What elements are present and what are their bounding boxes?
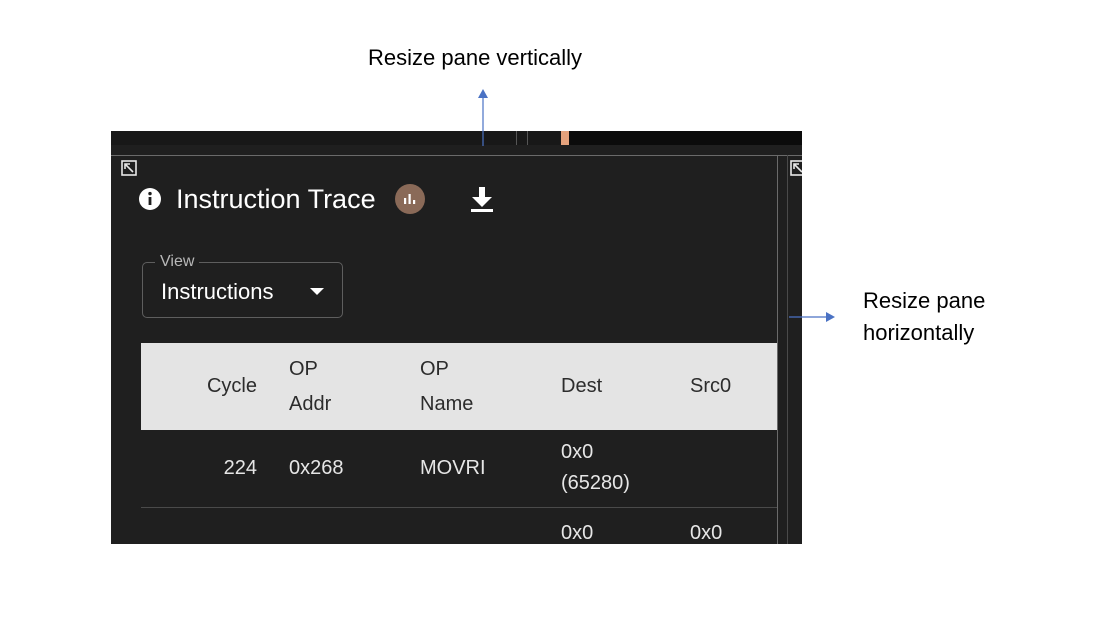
arrow-up-head: [478, 89, 488, 98]
annotation-arrows: [478, 89, 835, 322]
arrow-right-head: [826, 312, 835, 322]
